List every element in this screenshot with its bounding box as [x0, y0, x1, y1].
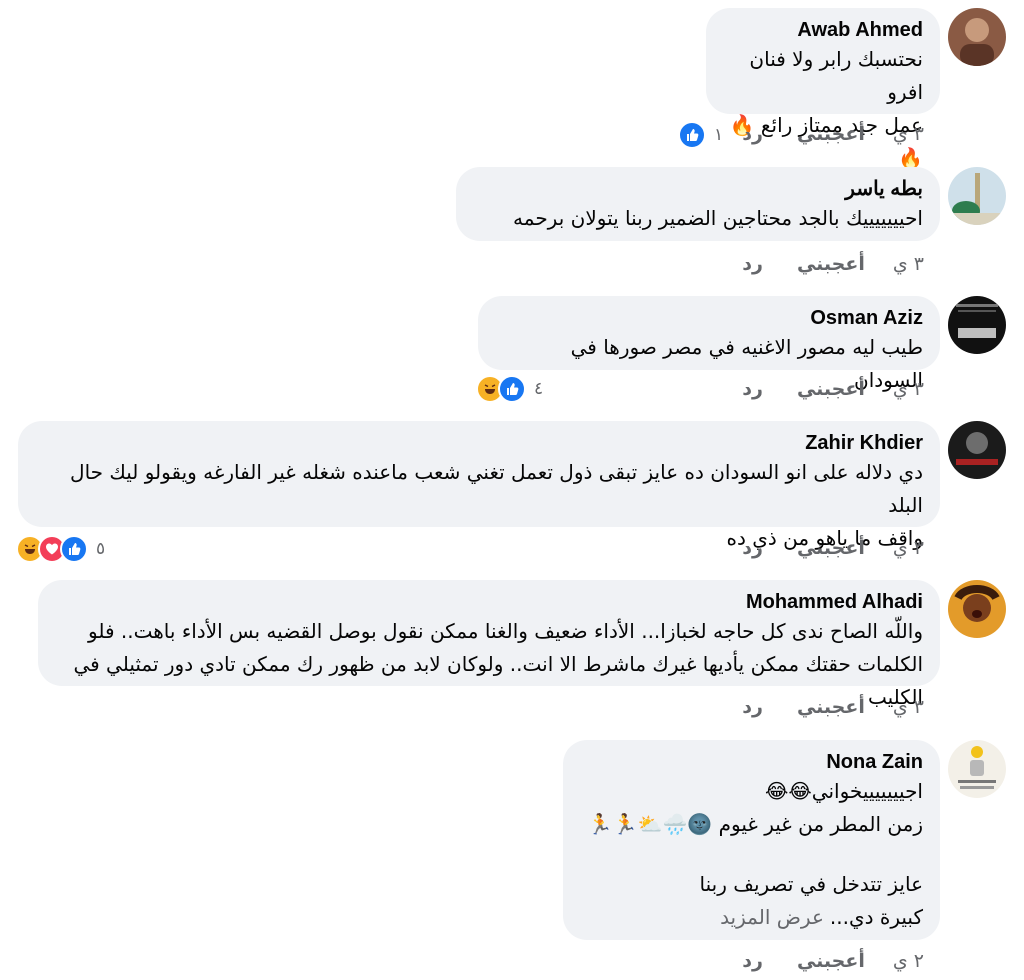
avatar[interactable] — [948, 740, 1006, 798]
comment-bubble: Osman Aziz طيب ليه مصور الاغنيه في مصر ص… — [478, 296, 940, 392]
reply-button[interactable]: رد — [742, 950, 763, 972]
comment-actions: ٣ ي أعجبني رد — [708, 378, 924, 400]
comment-bubble: بطه ياسر احيييييييك بالجد محتاجين الضمير… — [456, 167, 940, 241]
comment-author[interactable]: Nona Zain — [581, 749, 923, 775]
comment-bubble: Zahir Khdier دي دلاله على انو السودان ده… — [18, 421, 940, 550]
like-button[interactable]: أعجبني — [797, 696, 865, 718]
comment-text-truncated: كبيرة دي... — [829, 905, 923, 929]
reply-button[interactable]: رد — [742, 537, 763, 559]
comment-timestamp[interactable]: ٣ ي — [893, 123, 924, 145]
like-button[interactable]: أعجبني — [797, 537, 865, 559]
avatar[interactable] — [948, 580, 1006, 638]
reply-button[interactable]: رد — [742, 696, 763, 718]
comment-text-line: دي دلاله على انو السودان ده عايز تبقى ذو… — [70, 460, 923, 517]
comment-timestamp[interactable]: ٣ ي — [893, 253, 924, 275]
reply-button[interactable]: رد — [742, 123, 763, 145]
avatar[interactable] — [948, 8, 1006, 66]
comment-actions: ٣ ي أعجبني رد — [708, 537, 924, 559]
reply-button[interactable]: رد — [742, 378, 763, 400]
like-button[interactable]: أعجبني — [797, 253, 865, 275]
reaction-summary[interactable]: ٤ — [476, 375, 543, 403]
reaction-summary[interactable]: ٥ — [16, 535, 105, 563]
comment-timestamp[interactable]: ٣ ي — [893, 537, 924, 559]
comment-text-line: واللّه الصاح ندى كل حاجه لخبازا... الأدا… — [88, 619, 923, 643]
avatar[interactable] — [948, 421, 1006, 479]
comment-bubble: Awab Ahmed نحتسبك رابر ولا فنان افرو عمل… — [706, 8, 940, 170]
like-reaction-icon — [678, 121, 706, 149]
reaction-count: ٥ — [96, 539, 106, 559]
reply-button[interactable]: رد — [742, 253, 763, 275]
comment-text-line: احيييييييك بالجد محتاجين الضمير ربنا يتو… — [513, 206, 923, 230]
comment-text-line: نحتسبك رابر ولا فنان افرو — [749, 47, 923, 104]
avatar[interactable] — [948, 167, 1006, 225]
comment-thread: Awab Ahmed نحتسبك رابر ولا فنان افرو عمل… — [0, 0, 1024, 980]
comment-author[interactable]: Zahir Khdier — [36, 430, 923, 456]
like-button[interactable]: أعجبني — [797, 123, 865, 145]
comment-text-line: زمن المطر من غير غيوم 🌚🌧️⛅🏃🏃 — [587, 812, 923, 836]
comment-actions: ٢ ي أعجبني رد — [708, 950, 924, 972]
like-reaction-icon — [498, 375, 526, 403]
comment-text-line: عايز تتدخل في تصريف ربنا — [699, 872, 923, 896]
comment-text-line: اجيييييييخواني😂😂 — [765, 779, 923, 803]
comment-author[interactable]: Mohammed Alhadi — [56, 589, 923, 615]
comment-timestamp[interactable]: ٣ ي — [893, 696, 924, 718]
comment-actions: ٣ ي أعجبني رد — [708, 696, 924, 718]
comment-author[interactable]: Awab Ahmed — [724, 17, 923, 43]
comment-bubble: Mohammed Alhadi واللّه الصاح ندى كل حاجه… — [38, 580, 940, 709]
like-reaction-icon — [60, 535, 88, 563]
like-button[interactable]: أعجبني — [797, 378, 865, 400]
reaction-count: ٤ — [534, 379, 544, 399]
comment-author[interactable]: Osman Aziz — [496, 305, 923, 331]
comment-actions: ٣ ي أعجبني رد — [708, 123, 924, 145]
see-more-link[interactable]: عرض المزيد — [720, 905, 824, 929]
comment-timestamp[interactable]: ٢ ي — [893, 950, 924, 972]
comment-timestamp[interactable]: ٣ ي — [893, 378, 924, 400]
comment-text-line — [581, 841, 923, 868]
like-button[interactable]: أعجبني — [797, 950, 865, 972]
comment-author[interactable]: بطه ياسر — [474, 176, 923, 202]
avatar[interactable] — [948, 296, 1006, 354]
comment-text-last-line: كبيرة دي...عرض المزيد — [581, 901, 923, 934]
comment-actions: ٣ ي أعجبني رد — [708, 253, 924, 275]
comment-bubble: Nona Zain اجيييييييخواني😂😂 زمن المطر من … — [563, 740, 940, 940]
